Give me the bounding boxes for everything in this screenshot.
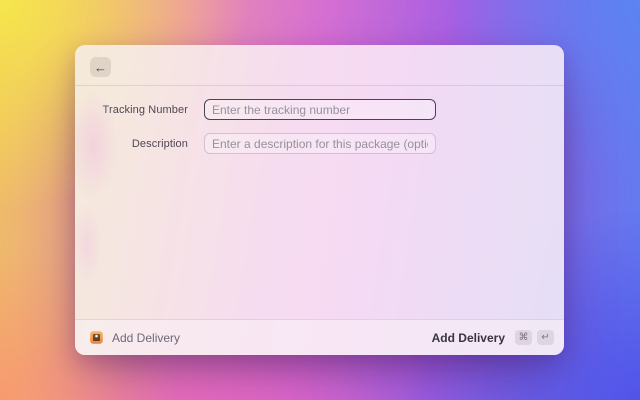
arrow-left-icon: ← bbox=[94, 61, 107, 74]
package-app-icon bbox=[90, 331, 103, 344]
return-key-icon: ↵ bbox=[537, 330, 554, 345]
footer-app-info: Add Delivery bbox=[90, 331, 180, 345]
back-button[interactable]: ← bbox=[90, 57, 111, 77]
command-key-icon: ⌘ bbox=[515, 330, 532, 345]
window-footer: Add Delivery Add Delivery ⌘ ↵ bbox=[75, 319, 564, 355]
description-label: Description bbox=[75, 138, 188, 150]
tracking-number-row: Tracking Number bbox=[75, 99, 564, 120]
description-input[interactable] bbox=[204, 133, 436, 154]
description-row: Description bbox=[75, 133, 564, 154]
add-delivery-button[interactable]: Add Delivery bbox=[432, 331, 505, 345]
window-header: ← bbox=[75, 45, 564, 86]
tracking-number-label: Tracking Number bbox=[75, 104, 188, 116]
footer-app-label: Add Delivery bbox=[112, 331, 180, 345]
tracking-number-input[interactable] bbox=[204, 99, 436, 120]
add-delivery-form: Tracking Number Description bbox=[75, 86, 564, 154]
footer-submit-group: Add Delivery ⌘ ↵ bbox=[432, 330, 554, 345]
package-box-glyph bbox=[93, 334, 100, 341]
frosted-glass-blob bbox=[75, 195, 111, 305]
add-delivery-window: ← Tracking Number Description Add Delive… bbox=[75, 45, 564, 355]
